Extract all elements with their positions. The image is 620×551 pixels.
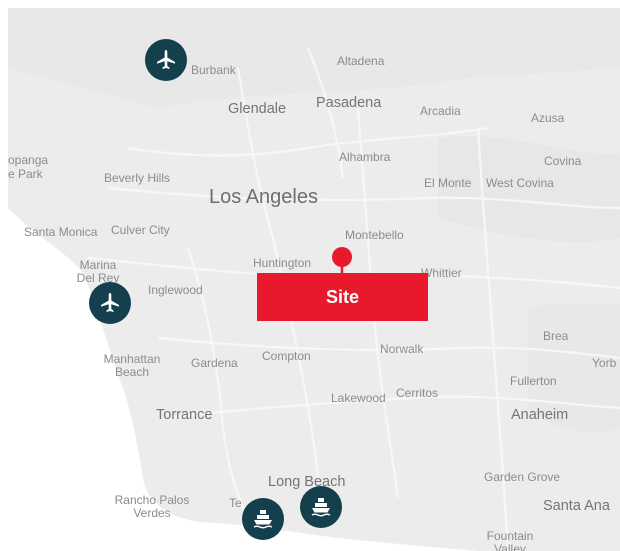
place-label-brea: Brea [543,329,569,343]
place-label-manhattan-beach: Manhattan Beach [103,352,161,379]
place-label-norwalk: Norwalk [380,342,424,356]
port-long-beach-marker[interactable] [300,486,342,528]
place-label-fullerton: Fullerton [510,374,557,388]
place-label-arcadia: Arcadia [420,104,461,118]
airplane-icon [157,50,175,69]
place-label-marina-del-rey: Marina Del Rey [76,258,120,285]
place-label-los-angeles: Los Angeles [209,186,318,208]
ship-icon [311,498,331,517]
place-label-covina: Covina [544,154,582,168]
place-label-yorba: Yorb [592,356,617,370]
place-label-terminal: Te [229,496,242,510]
port-la-marker[interactable] [242,498,284,540]
place-label-lakewood: Lakewood [331,391,386,405]
place-label-beverly-hills: Beverly Hills [104,171,171,185]
place-label-gardena: Gardena [191,356,238,370]
place-label-west-covina: West Covina [486,176,554,190]
site-label-box[interactable]: Site [257,273,428,321]
ship-icon [253,510,273,529]
airplane-icon [101,293,119,312]
place-label-culver-city: Culver City [111,223,170,237]
place-label-el-monte: El Monte [424,176,472,190]
place-label-azusa: Azusa [531,111,565,125]
place-label-altadena: Altadena [337,54,385,68]
place-label-inglewood: Inglewood [148,283,203,297]
lax-airport-marker[interactable] [89,282,131,324]
place-label-anaheim: Anaheim [511,407,569,423]
place-label-long-beach: Long Beach [268,474,346,490]
place-label-topanga: opanga [8,153,49,167]
place-label-compton: Compton [262,349,311,363]
place-label-torrance: Torrance [156,407,213,423]
place-label-rancho-palos-verdes: Rancho Palos Verdes [114,493,190,520]
place-label-fountain-valley: Fountain Valley [486,529,534,551]
site-pin-icon [332,247,352,274]
place-label-alhambra: Alhambra [339,150,391,164]
place-label-park: e Park [8,167,43,181]
map-canvas[interactable]: Burbank Altadena Glendale Pasadena Arcad… [8,8,620,551]
place-label-cerritos: Cerritos [396,386,439,400]
place-label-glendale: Glendale [228,101,287,117]
place-label-huntington: Huntington [253,256,312,270]
place-label-santa-ana: Santa Ana [543,498,610,514]
place-label-garden-grove: Garden Grove [484,470,561,484]
place-label-pasadena: Pasadena [316,95,382,111]
burbank-airport-marker[interactable] [145,39,187,81]
place-label-santa-monica: Santa Monica [24,225,98,239]
place-label-burbank: Burbank [191,63,236,77]
place-label-montebello: Montebello [345,228,404,242]
